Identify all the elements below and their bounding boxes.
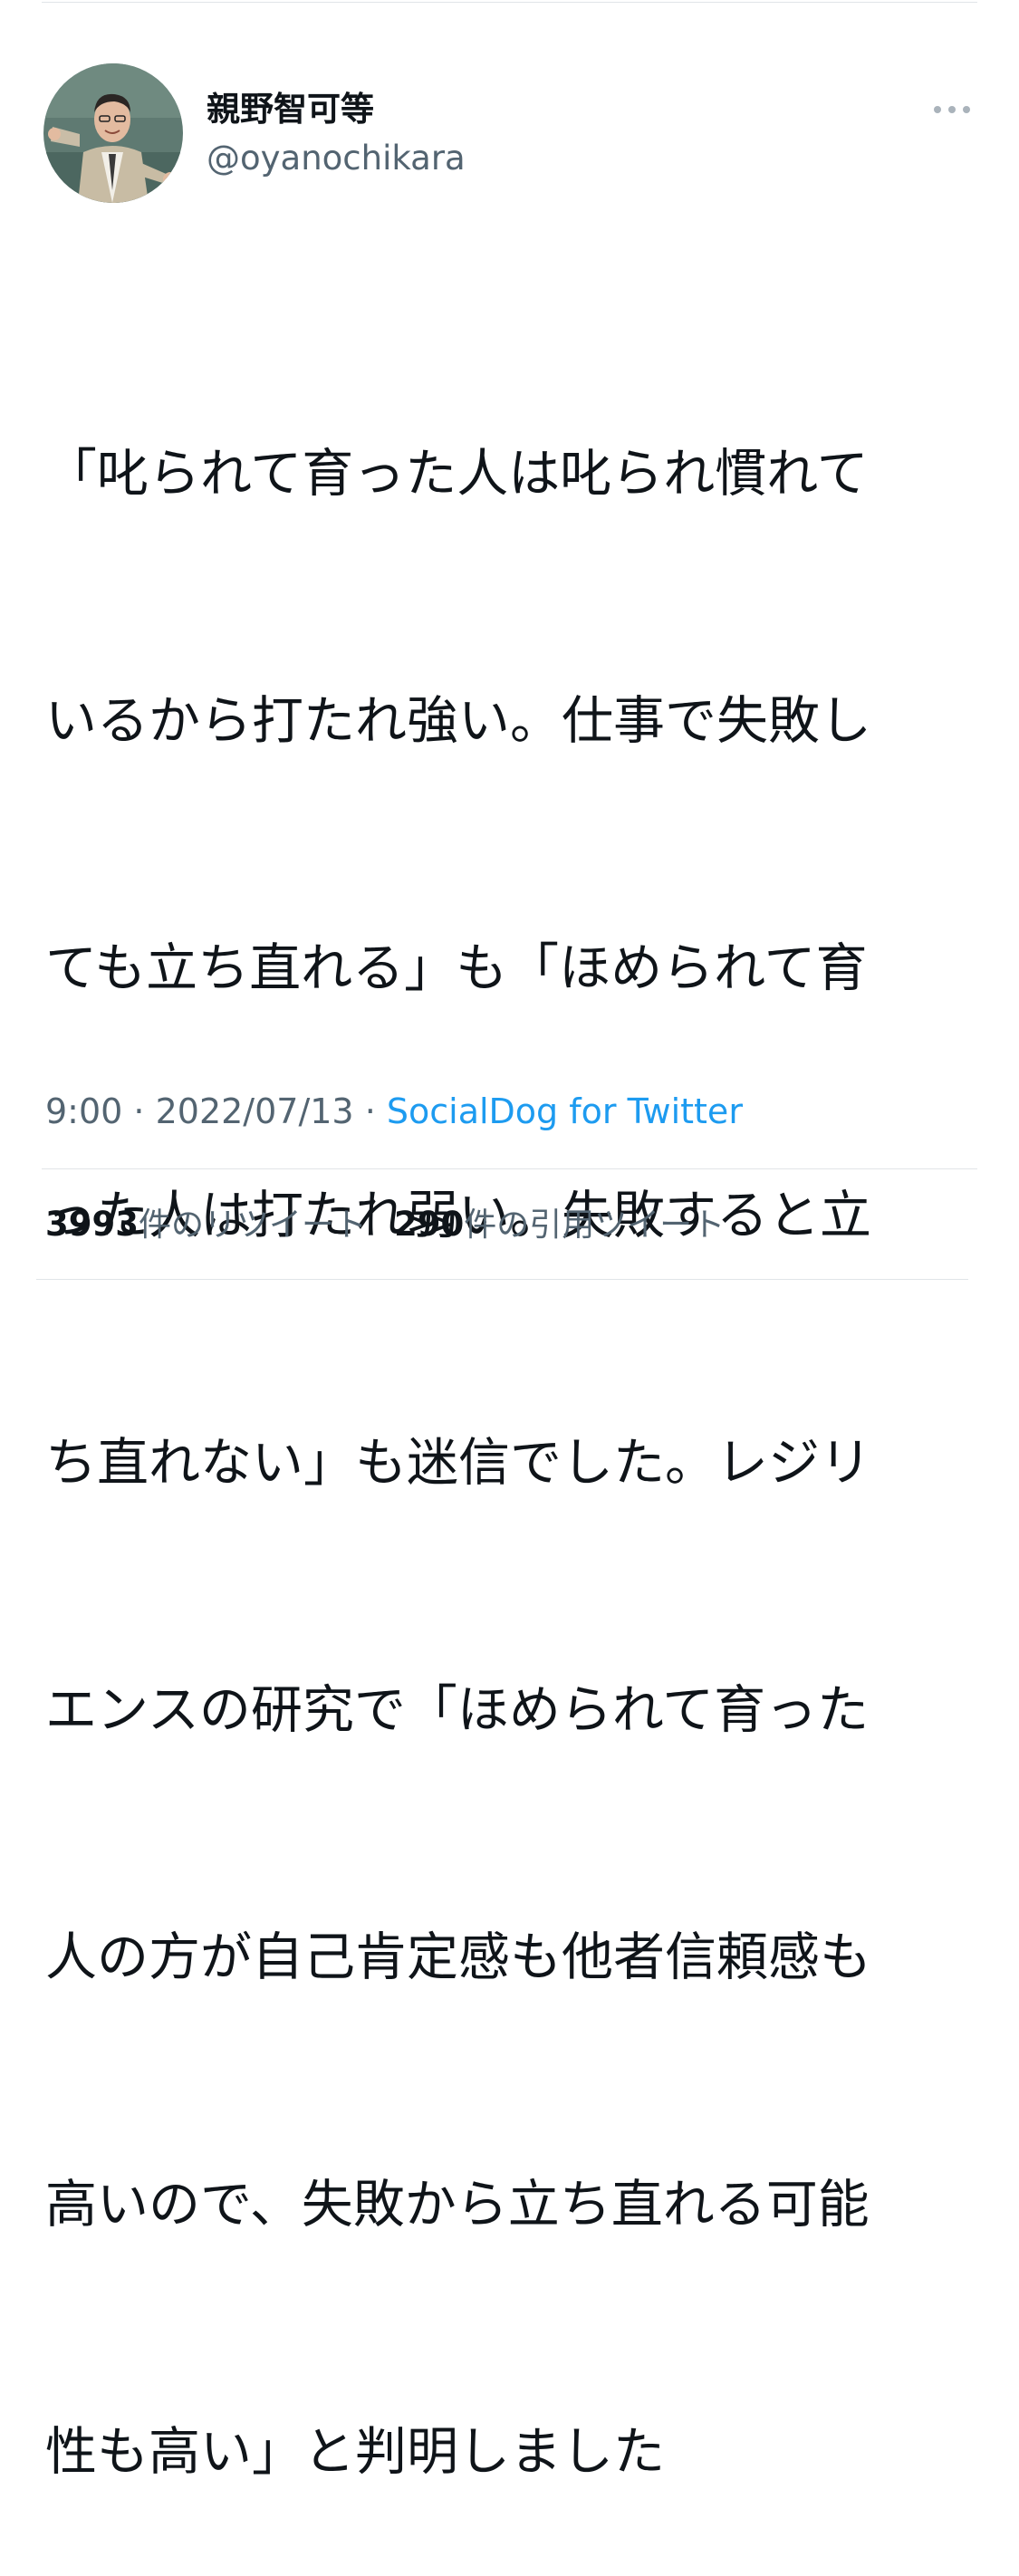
tweet-source-link[interactable]: SocialDog for Twitter	[387, 1091, 743, 1131]
tweet-text-line: 「叱られて育った人は叱られ慣れて	[45, 444, 869, 504]
tweet-text-line: エンスの研究で「ほめられて育った	[45, 1680, 870, 1740]
tweet-text-line: 高いので、失敗から立ち直れる可能	[45, 2175, 870, 2235]
quotes-stat[interactable]: 290件の引用ツイート	[394, 1205, 726, 1244]
tweet-text: 「叱られて育った人は叱られ慣れて いるから打たれ強い。仕事で失敗し ても立ち直れ…	[45, 268, 951, 2576]
stats-divider-top	[42, 1168, 977, 1169]
more-horizontal-icon	[934, 106, 970, 113]
top-divider	[42, 2, 977, 3]
quotes-count: 290	[394, 1205, 465, 1244]
author-handle[interactable]: @oyanochikara	[207, 136, 466, 181]
author-display-name[interactable]: 親野智可等	[207, 87, 374, 132]
tweet-time[interactable]: 9:00	[45, 1091, 122, 1131]
tweet-date[interactable]: 2022/07/13	[156, 1091, 354, 1131]
more-options-button[interactable]	[929, 94, 975, 125]
retweets-label: 件のリツイート	[138, 1206, 367, 1244]
tweet-text-line: 人の方が自己肯定感も他者信頼感も	[45, 1927, 871, 1987]
tweet-metadata: 9:00 · 2022/07/13 · SocialDog for Twitte…	[45, 1087, 743, 1136]
stats-divider-bottom	[36, 1279, 968, 1280]
quotes-label: 件の引用ツイート	[464, 1206, 726, 1244]
tweet-text-line: ても立ち直れる」も「ほめられて育	[45, 938, 868, 998]
meta-separator: ·	[122, 1091, 156, 1131]
tweet-text-line: いるから打たれ強い。仕事で失敗し	[45, 691, 871, 751]
meta-separator: ·	[353, 1091, 387, 1131]
retweets-count: 3993	[45, 1205, 139, 1244]
retweets-stat[interactable]: 3993件のリツイート	[45, 1205, 367, 1244]
tweet-text-line: 性も高い」と判明しました	[45, 2422, 665, 2482]
tweet-stats: 3993件のリツイート 290件の引用ツイート	[45, 1200, 725, 1250]
author-avatar[interactable]	[43, 63, 183, 203]
tweet-text-line: ち直れない」も迷信でした。レジリ	[45, 1433, 871, 1493]
profile-photo	[43, 63, 183, 203]
